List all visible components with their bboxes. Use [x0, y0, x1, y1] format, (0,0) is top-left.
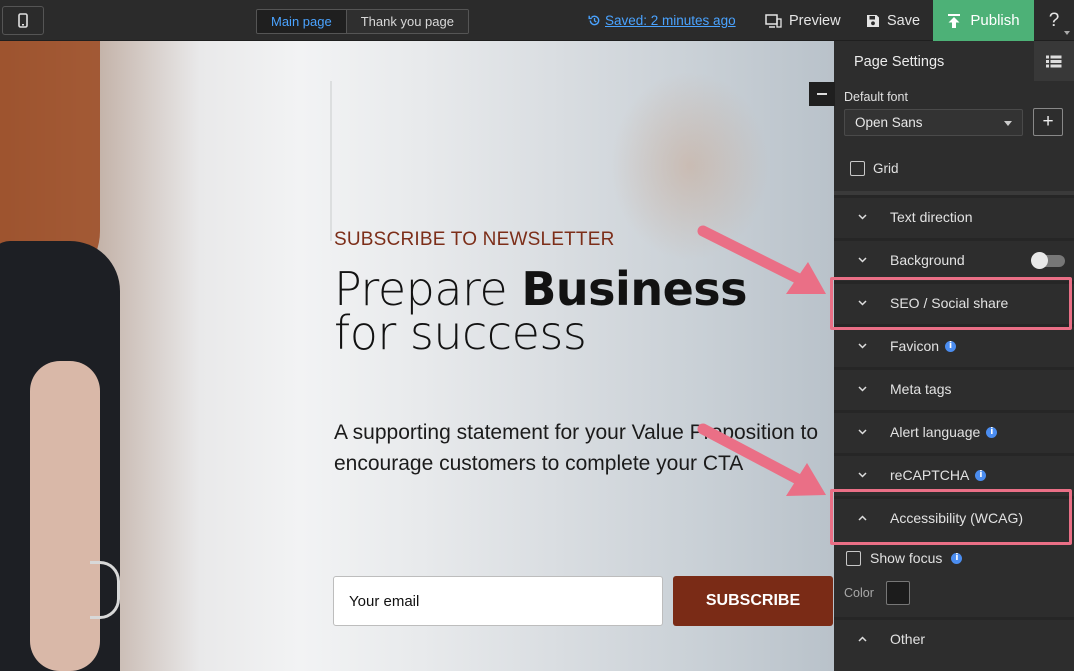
minus-icon	[817, 93, 827, 95]
mobile-phone-icon	[18, 13, 28, 28]
section-label: Meta tags	[890, 381, 952, 397]
preview-label: Preview	[789, 12, 841, 29]
section-alert-language[interactable]: Alert language i	[834, 410, 1074, 451]
section-background[interactable]: Background	[834, 238, 1074, 279]
select-caret-icon	[1004, 121, 1012, 126]
page-settings-panel: Page Settings Default font Open Sans + G…	[834, 41, 1074, 671]
publish-button[interactable]: Publish	[933, 0, 1034, 41]
add-font-button[interactable]: +	[1033, 108, 1063, 136]
upload-arrow-icon	[948, 13, 961, 28]
layers-list-button[interactable]	[1034, 41, 1074, 81]
dropdown-caret-icon	[1064, 31, 1070, 35]
help-menu-button[interactable]: ?	[1034, 0, 1074, 41]
hero-image-woman-arm	[30, 361, 100, 671]
subscribe-button[interactable]: SUBSCRIBE	[673, 576, 833, 626]
section-other[interactable]: Other	[834, 617, 1074, 658]
info-icon[interactable]: i	[975, 469, 987, 481]
show-focus-label: Show focus	[870, 550, 943, 566]
info-icon[interactable]: i	[986, 426, 998, 438]
background-toggle[interactable]	[1031, 252, 1065, 269]
section-label: Alert language	[890, 424, 981, 440]
hero-headline[interactable]: Prepare Business for success	[334, 266, 748, 356]
default-font-value: Open Sans	[855, 115, 923, 130]
floppy-disk-icon	[867, 14, 879, 27]
section-label: Other	[890, 631, 926, 647]
save-label: Save	[887, 12, 921, 29]
tab-thank-you-page[interactable]: Thank you page	[346, 10, 468, 33]
device-toggle-button[interactable]	[2, 6, 44, 35]
color-label: Color	[844, 586, 874, 600]
section-meta-tags[interactable]: Meta tags	[834, 367, 1074, 408]
help-icon: ?	[1048, 9, 1060, 31]
info-icon[interactable]: i	[945, 340, 957, 352]
section-label: reCAPTCHA	[890, 467, 970, 483]
page-canvas: SUBSCRIBE TO NEWSLETTER Prepare Business…	[0, 41, 834, 671]
headline-second-line: for success	[334, 306, 587, 360]
chevron-down-icon	[834, 386, 890, 392]
tab-main-page[interactable]: Main page	[257, 10, 347, 33]
grid-option[interactable]: Grid	[850, 161, 899, 176]
publish-label: Publish	[970, 12, 1020, 29]
list-icon	[1046, 55, 1062, 67]
section-text-direction[interactable]: Text direction	[834, 195, 1074, 236]
hero-image-bracelet	[90, 561, 120, 619]
page-tabs: Main page Thank you page	[256, 9, 469, 34]
highlight-box-accessibility	[830, 489, 1072, 545]
default-font-label: Default font	[844, 90, 908, 104]
chevron-down-icon	[834, 214, 890, 220]
save-button[interactable]: Save	[866, 0, 920, 41]
grid-checkbox[interactable]	[850, 161, 865, 176]
supporting-statement[interactable]: A supporting statement for your Value Pr…	[334, 417, 834, 479]
focus-color-option: Color	[844, 581, 910, 605]
section-recaptcha[interactable]: reCAPTCHA i	[834, 453, 1074, 494]
saved-status-link[interactable]: Saved: 2 minutes ago	[588, 13, 736, 28]
saved-status-text: Saved: 2 minutes ago	[605, 13, 736, 28]
focus-color-swatch[interactable]	[885, 581, 910, 605]
show-focus-checkbox[interactable]	[846, 550, 861, 566]
newsletter-label[interactable]: SUBSCRIBE TO NEWSLETTER	[334, 229, 615, 251]
section-label: Background	[890, 252, 965, 268]
preview-icon	[765, 13, 782, 28]
toggle-knob	[1031, 252, 1048, 269]
section-label: Favicon	[890, 338, 940, 354]
chevron-down-icon	[834, 429, 890, 435]
chevron-down-icon	[834, 257, 890, 263]
chevron-down-icon	[834, 343, 890, 349]
email-input[interactable]	[333, 576, 663, 626]
chevron-down-icon	[834, 472, 890, 478]
chevron-up-icon	[834, 636, 890, 642]
grid-label: Grid	[873, 161, 899, 176]
info-icon[interactable]: i	[951, 552, 963, 564]
history-icon	[588, 15, 600, 26]
hero-image-detail	[330, 81, 332, 241]
default-font-select[interactable]: Open Sans	[844, 109, 1023, 136]
section-label: Text direction	[890, 209, 973, 225]
show-focus-option[interactable]: Show focus i	[846, 550, 963, 566]
collapse-panel-button[interactable]	[809, 82, 835, 106]
section-favicon[interactable]: Favicon i	[834, 324, 1074, 365]
highlight-box-seo	[830, 277, 1072, 330]
hero-image-background-person	[610, 71, 770, 261]
preview-button[interactable]: Preview	[765, 0, 841, 41]
top-toolbar: Main page Thank you page Saved: 2 minute…	[0, 0, 1074, 41]
